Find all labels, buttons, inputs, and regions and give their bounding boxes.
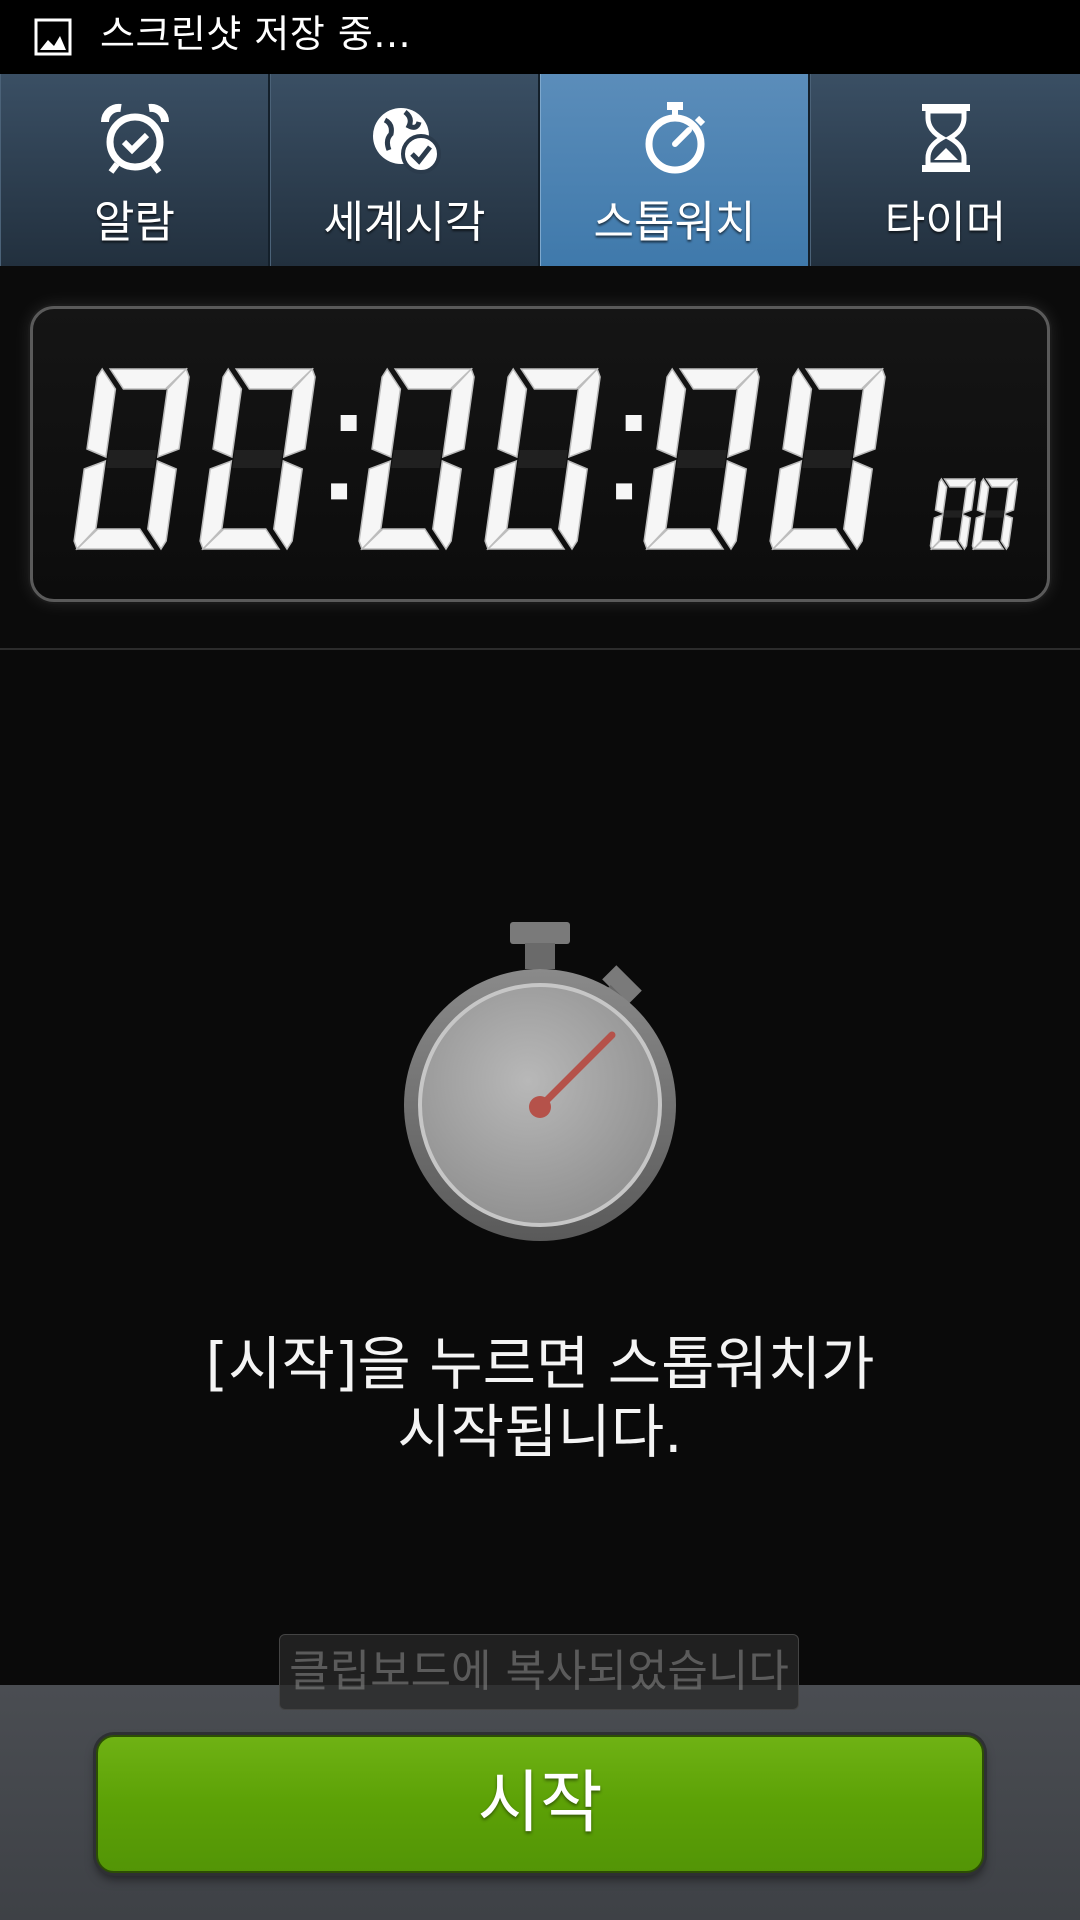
minutes-digit-1 bbox=[358, 367, 475, 551]
hm-colon bbox=[331, 415, 357, 500]
stopwatch-icon bbox=[645, 102, 705, 174]
stopwatch-display: 00 00 00 00 bbox=[30, 306, 1050, 602]
hundredths-digit-1 bbox=[929, 477, 977, 551]
seven-segment-readout bbox=[73, 367, 1019, 551]
tab-timer[interactable]: 타이머 bbox=[810, 74, 1080, 266]
minutes-digit-2 bbox=[484, 367, 601, 551]
hourglass-icon bbox=[921, 104, 970, 172]
tab-alarm[interactable]: 알람 bbox=[0, 74, 270, 266]
hours-digit-1 bbox=[73, 367, 190, 551]
stopwatch-illustration bbox=[404, 922, 676, 1241]
clipboard-toast: 클립보드에 복사되었습니다 bbox=[279, 1634, 799, 1710]
instruction-line-2: 시작됩니다. bbox=[397, 1398, 683, 1466]
tab-world-clock-label: 세계시각 bbox=[323, 197, 486, 248]
tab-world-clock[interactable]: 세계시각 bbox=[270, 74, 540, 266]
tab-stopwatch-label: 스톱워치 bbox=[593, 197, 756, 248]
instruction-text: [시작]을 누르면 스톱워치가 시작됩니다. bbox=[90, 1330, 990, 1466]
bottom-bar: 시작 bbox=[0, 1685, 1080, 1920]
ms-colon bbox=[616, 415, 642, 500]
seconds-digit-1 bbox=[643, 367, 760, 551]
tab-alarm-label: 알람 bbox=[94, 197, 175, 248]
hundredths-digit-2 bbox=[971, 477, 1019, 551]
tab-bar: 알람 세계시각 스톱워치 타이머 bbox=[0, 74, 1080, 268]
tab-timer-label: 타이머 bbox=[884, 197, 1007, 248]
start-button[interactable]: 시작 bbox=[96, 1735, 984, 1873]
alarm-clock-icon bbox=[100, 103, 169, 174]
instruction-line-1: [시작]을 누르면 스톱워치가 bbox=[205, 1330, 875, 1398]
seconds-digit-2 bbox=[769, 367, 886, 551]
display-area: 00 00 00 00 bbox=[0, 266, 1080, 650]
globe-icon bbox=[372, 108, 441, 174]
image-icon bbox=[34, 18, 72, 56]
status-text: 스크린샷 저장 중... bbox=[100, 12, 412, 56]
tab-stopwatch[interactable]: 스톱워치 bbox=[540, 74, 810, 266]
status-bar: 스크린샷 저장 중... bbox=[0, 0, 1080, 74]
hours-digit-2 bbox=[199, 367, 316, 551]
